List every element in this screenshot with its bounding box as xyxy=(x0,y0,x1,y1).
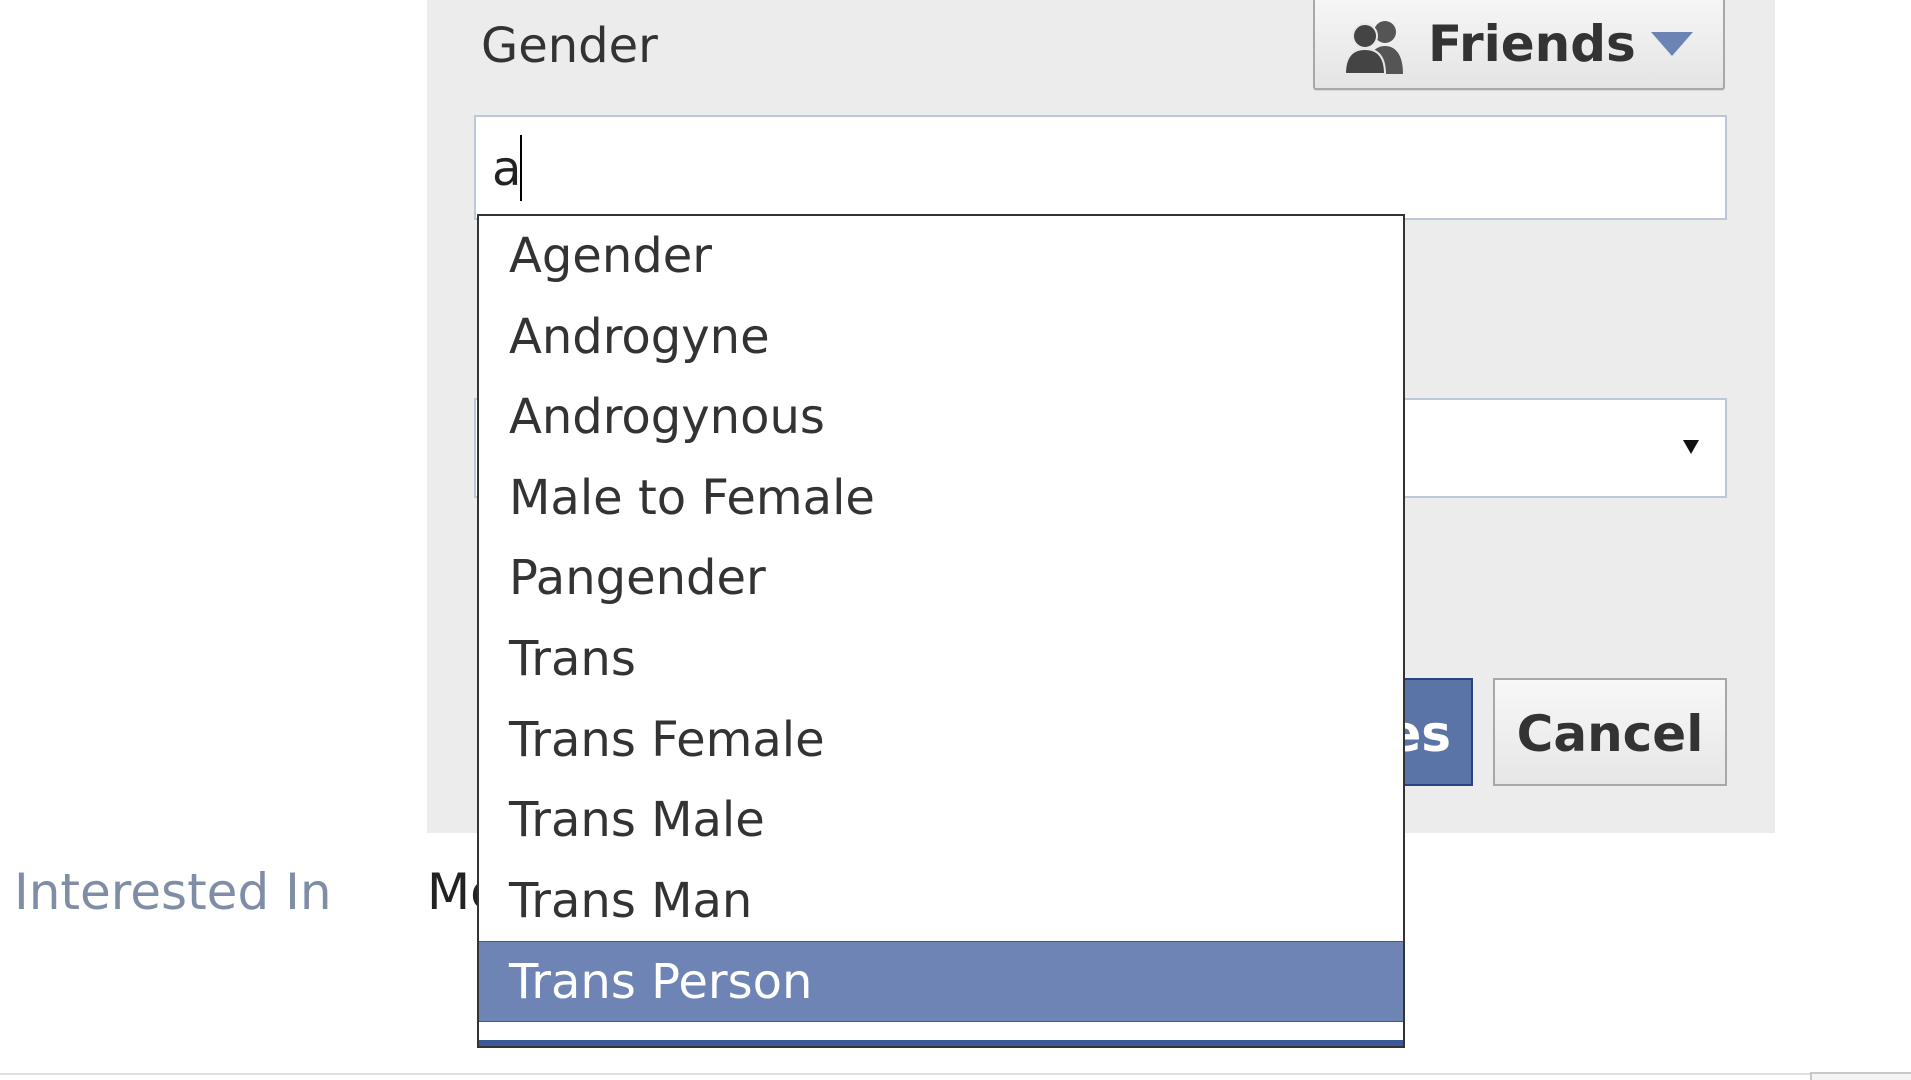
typeahead-bottom-edge xyxy=(479,1040,1403,1046)
select-arrow-icon xyxy=(1683,440,1699,454)
gender-label: Gender xyxy=(481,18,658,74)
gender-input[interactable]: a xyxy=(474,115,1727,220)
typeahead-option[interactable]: Agender xyxy=(479,216,1403,297)
caret-down-icon xyxy=(1651,32,1693,56)
friends-icon xyxy=(1345,21,1403,74)
privacy-label: Friends xyxy=(1428,15,1636,73)
typeahead-option[interactable]: Pangender xyxy=(479,538,1403,619)
typeahead-option[interactable]: Androgyne xyxy=(479,297,1403,378)
cancel-button-label: Cancel xyxy=(1516,705,1704,763)
profile-edit-page: Gender Friends a es Cancel Interested In… xyxy=(0,0,1911,1080)
section-divider xyxy=(0,1073,1911,1075)
typeahead-option[interactable]: Trans xyxy=(479,619,1403,700)
corner-tab xyxy=(1810,1072,1911,1080)
privacy-selector-button[interactable]: Friends xyxy=(1313,0,1725,90)
typeahead-option[interactable]: Male to Female xyxy=(479,458,1403,539)
typeahead-option-selected[interactable]: Trans Person xyxy=(479,941,1403,1022)
text-cursor xyxy=(520,135,522,201)
gender-typeahead-dropdown: Agender Androgyne Androgynous Male to Fe… xyxy=(477,214,1405,1048)
typeahead-option[interactable]: Trans Man xyxy=(479,861,1403,942)
interested-in-label: Interested In xyxy=(14,863,332,921)
gender-input-value: a xyxy=(492,141,522,197)
typeahead-option[interactable]: Trans Female xyxy=(479,700,1403,781)
cancel-button[interactable]: Cancel xyxy=(1493,678,1727,786)
typeahead-option[interactable]: Trans Male xyxy=(479,780,1403,861)
typeahead-option[interactable]: Androgynous xyxy=(479,377,1403,458)
